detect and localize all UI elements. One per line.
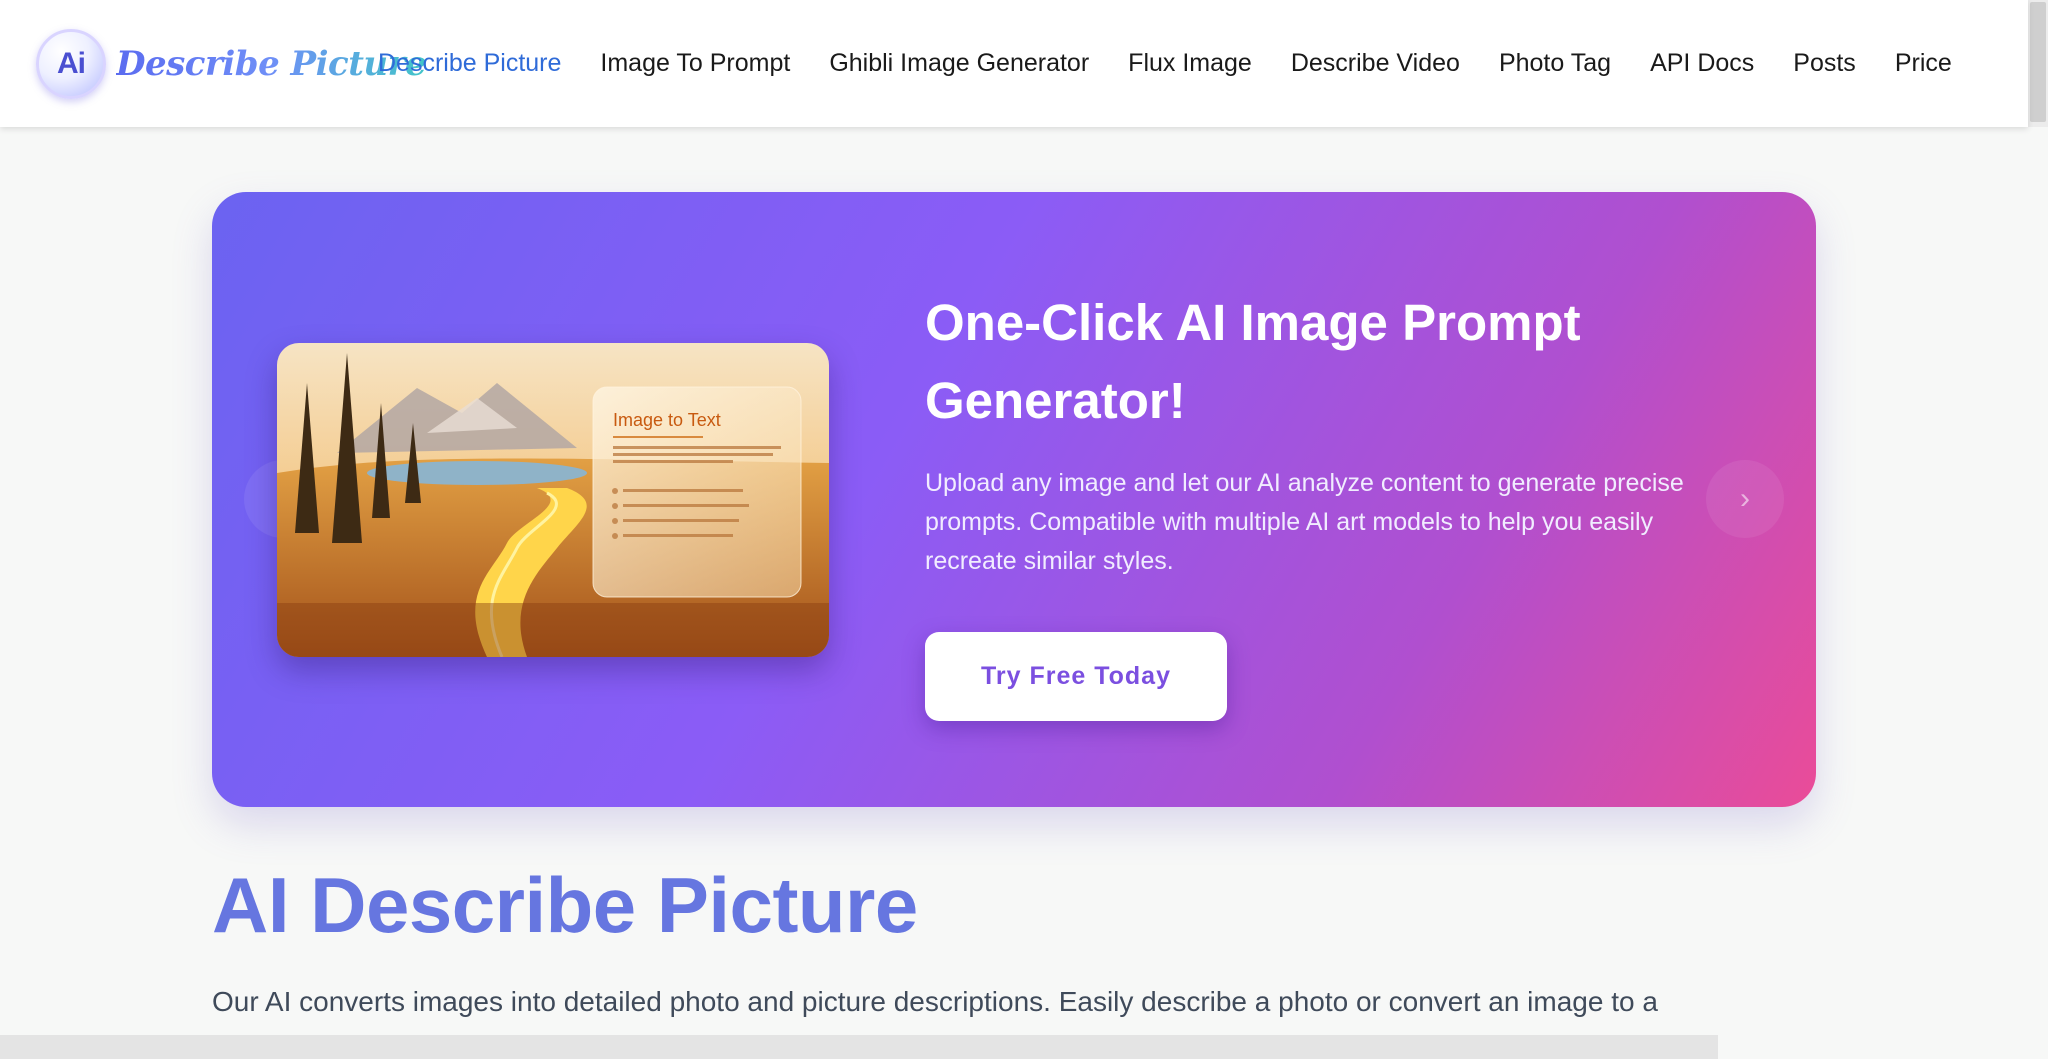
- image-card-title: Image to Text: [613, 410, 721, 430]
- carousel-next-button[interactable]: ›: [1706, 460, 1784, 538]
- chevron-right-icon: ›: [1740, 482, 1750, 515]
- logo-badge-icon: Ai: [36, 28, 106, 99]
- nav-describe-picture[interactable]: Describe Picture: [378, 49, 561, 78]
- nav-photo-tag[interactable]: Photo Tag: [1499, 49, 1611, 78]
- hero-title: One-Click AI Image Prompt Generator!: [925, 294, 1581, 429]
- logo-badge-text: Ai: [57, 46, 86, 80]
- nav-describe-video[interactable]: Describe Video: [1291, 49, 1460, 78]
- horizontal-scrollbar[interactable]: [0, 1035, 1718, 1059]
- hero-banner: ‹: [212, 192, 1816, 807]
- logo[interactable]: Ai Describe Picture: [36, 28, 427, 99]
- nav-api-docs[interactable]: API Docs: [1650, 49, 1754, 78]
- nav-flux-image[interactable]: Flux Image: [1128, 49, 1252, 78]
- vertical-scrollbar-thumb[interactable]: [2030, 2, 2046, 122]
- hero-description: Upload any image and let our AI analyze …: [925, 469, 1684, 575]
- section-title: AI Describe Picture: [212, 861, 918, 949]
- landscape-illustration: Image to Text: [277, 343, 829, 657]
- main-nav: Describe Picture Image To Prompt Ghibli …: [378, 0, 1991, 127]
- hero-illustration: Image to Text: [277, 343, 829, 657]
- vertical-scrollbar[interactable]: [2028, 0, 2048, 127]
- nav-price[interactable]: Price: [1895, 49, 1952, 78]
- try-free-button[interactable]: Try Free Today: [925, 632, 1227, 721]
- nav-ghibli-image-generator[interactable]: Ghibli Image Generator: [829, 49, 1089, 78]
- nav-image-to-prompt[interactable]: Image To Prompt: [600, 49, 790, 78]
- site-header: Ai Describe Picture Describe Picture Ima…: [0, 0, 2028, 127]
- section-description: Our AI converts images into detailed pho…: [212, 986, 1658, 1017]
- nav-posts[interactable]: Posts: [1793, 49, 1856, 78]
